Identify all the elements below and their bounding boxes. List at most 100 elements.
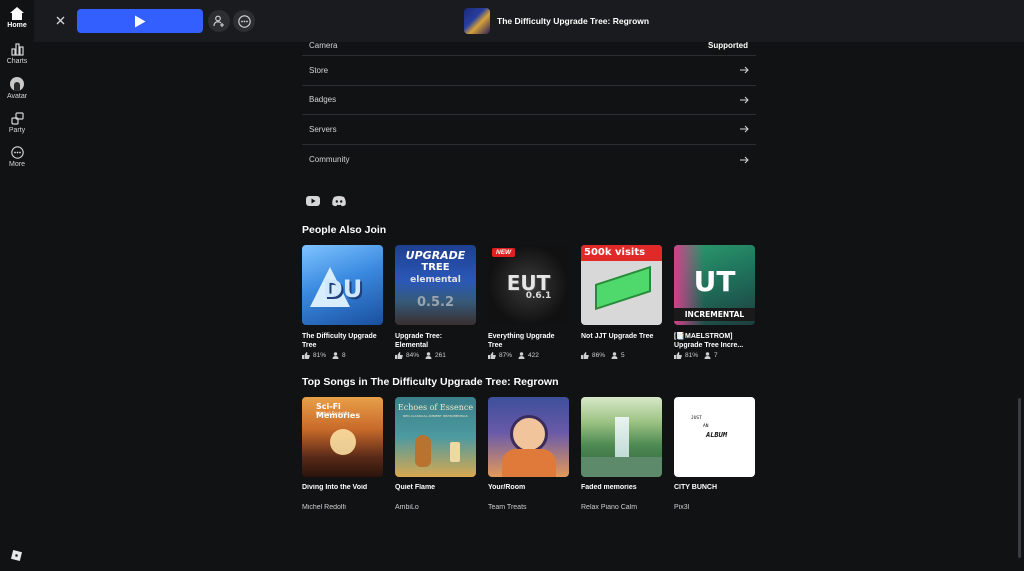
game-thumbnail[interactable]: UT INCREMENTAL xyxy=(674,245,755,325)
people-also-join-title: People Also Join xyxy=(302,224,387,236)
game-rating: 81% xyxy=(685,352,699,359)
song-cover[interactable]: JUST AN ALBUM xyxy=(674,397,755,477)
game-thumbnail[interactable]: 500k visits xyxy=(581,245,662,325)
song-title: Faded memories xyxy=(581,484,637,491)
thumb-text: UT xyxy=(693,265,736,298)
nav-item-home[interactable]: Home xyxy=(0,7,34,29)
song-cover[interactable]: Echoes of Essence NEO-CLASSICAL AMBIENT … xyxy=(395,397,476,477)
song-card[interactable]: Echoes of Essence NEO-CLASSICAL AMBIENT … xyxy=(395,397,477,511)
thumb-subtext: 0.6.1 xyxy=(525,291,552,301)
thumbs-up-icon xyxy=(395,352,403,359)
song-cover[interactable]: Sci-Fi Memories Michel Redolfi xyxy=(302,397,383,477)
arrow-right-icon xyxy=(740,126,749,133)
song-card[interactable]: Faded memories Relax Piano Calm xyxy=(581,397,663,511)
thumbs-up-icon xyxy=(581,352,589,359)
game-rating: 87% xyxy=(499,352,513,359)
cover-subtitle: NEO-CLASSICAL AMBIENT INSTRUMENTALS xyxy=(403,414,468,418)
violin-shape xyxy=(415,435,431,467)
game-stats: 84% 261 xyxy=(395,352,477,359)
ellipsis-icon xyxy=(237,14,251,28)
servers-row[interactable]: Servers xyxy=(302,115,756,145)
party-icon xyxy=(10,112,24,125)
song-card[interactable]: Your/Room Team Treats xyxy=(488,397,570,511)
cover-text-1: JUST xyxy=(691,416,702,421)
song-title: Quiet Flame xyxy=(395,484,436,491)
badges-label: Badges xyxy=(309,95,337,105)
community-row[interactable]: Community xyxy=(302,145,756,175)
store-label: Store xyxy=(309,65,329,75)
song-card[interactable]: Sci-Fi Memories Michel Redolfi Diving In… xyxy=(302,397,384,511)
game-card[interactable]: DU The Difficulty Upgrade Tree 81% 8 xyxy=(302,245,384,359)
game-players: 8 xyxy=(342,352,346,359)
scrollbar[interactable] xyxy=(1018,398,1021,558)
candle-shape xyxy=(450,442,460,462)
play-icon xyxy=(135,15,146,27)
game-thumbnail[interactable]: UPGRADE TREE elemental 0.5.2 xyxy=(395,245,476,325)
cover-title: Sci-Fi Memories xyxy=(316,402,361,420)
discord-icon[interactable] xyxy=(331,195,347,207)
game-name: Not JJT Upgrade Tree xyxy=(581,333,654,340)
thumbs-up-icon xyxy=(674,352,682,359)
game-rating: 84% xyxy=(406,352,420,359)
charts-icon xyxy=(10,43,24,56)
home-icon xyxy=(10,7,24,20)
cover-text-2: AN xyxy=(703,424,709,429)
youtube-icon[interactable] xyxy=(305,195,321,207)
game-stats: 87% 422 xyxy=(488,352,570,359)
song-title: Diving Into the Void xyxy=(302,484,368,491)
game-card[interactable]: 500k visits Not JJT Upgrade Tree 86% 5 xyxy=(581,245,663,359)
players-icon xyxy=(518,352,525,359)
cover-title: Echoes of Essence xyxy=(397,403,474,412)
sun-shape xyxy=(330,429,356,455)
game-name: The Difficulty Upgrade Tree xyxy=(302,333,377,349)
body-shape xyxy=(502,449,556,477)
nav-item-charts[interactable]: Charts xyxy=(0,43,34,65)
servers-label: Servers xyxy=(309,124,337,134)
game-card[interactable]: NEW EUT 0.6.1 Everything Upgrade Tree 87… xyxy=(488,245,570,359)
badges-row[interactable]: Badges xyxy=(302,86,756,116)
game-players: 7 xyxy=(714,352,718,359)
add-friend-icon xyxy=(213,15,224,27)
thumbs-up-icon xyxy=(302,352,310,359)
store-row[interactable]: Store xyxy=(302,56,756,86)
game-card[interactable]: UT INCREMENTAL [📑MAELSTROM] Upgrade Tree… xyxy=(674,245,756,359)
song-cover[interactable] xyxy=(488,397,569,477)
game-thumbnail[interactable]: NEW EUT 0.6.1 xyxy=(488,245,569,325)
song-artist: Pix3l xyxy=(674,504,690,511)
game-name: Upgrade Tree: Elemental xyxy=(395,333,443,349)
game-card[interactable]: UPGRADE TREE elemental 0.5.2 Upgrade Tre… xyxy=(395,245,477,359)
arrow-right-icon xyxy=(740,66,749,74)
top-songs-title: Top Songs in The Difficulty Upgrade Tree… xyxy=(302,376,559,388)
game-name: [📑MAELSTROM] Upgrade Tree Incre... xyxy=(674,333,744,349)
close-button[interactable] xyxy=(50,10,70,30)
players-icon xyxy=(332,352,339,359)
game-stats: 81% 8 xyxy=(302,352,384,359)
close-icon xyxy=(56,16,64,24)
song-title: Your/Room xyxy=(488,484,526,491)
roblox-logo-icon[interactable] xyxy=(11,550,22,561)
players-icon xyxy=(611,352,618,359)
left-navigation: Home Charts Avatar Party More xyxy=(0,0,34,571)
game-thumbnail xyxy=(464,8,490,34)
nav-item-avatar[interactable]: Avatar xyxy=(0,77,34,100)
song-card[interactable]: JUST AN ALBUM CITY BUNCH Pix3l xyxy=(674,397,756,511)
game-name: Everything Upgrade Tree xyxy=(488,333,555,349)
nav-item-more[interactable]: More xyxy=(0,146,34,168)
nav-item-party[interactable]: Party xyxy=(0,112,34,134)
thumb-text-line3: elemental xyxy=(410,275,461,285)
community-label: Community xyxy=(309,155,350,165)
arrow-right-icon xyxy=(740,156,749,163)
game-details-list: Camera Supported Store Badges Servers Co… xyxy=(302,36,756,174)
thumb-text: 500k visits xyxy=(584,247,646,258)
song-artist: AmbiLo xyxy=(395,504,419,511)
face-shape xyxy=(510,415,548,453)
game-thumbnail[interactable]: DU xyxy=(302,245,383,325)
camera-value: Supported xyxy=(708,41,748,50)
song-cover[interactable] xyxy=(581,397,662,477)
more-options-button[interactable] xyxy=(233,10,255,32)
game-players: 5 xyxy=(621,352,625,359)
add-friend-button[interactable] xyxy=(208,10,230,32)
thumb-subtext: INCREMENTAL xyxy=(674,308,755,321)
play-button[interactable] xyxy=(77,9,203,33)
nav-label-home: Home xyxy=(7,22,27,29)
